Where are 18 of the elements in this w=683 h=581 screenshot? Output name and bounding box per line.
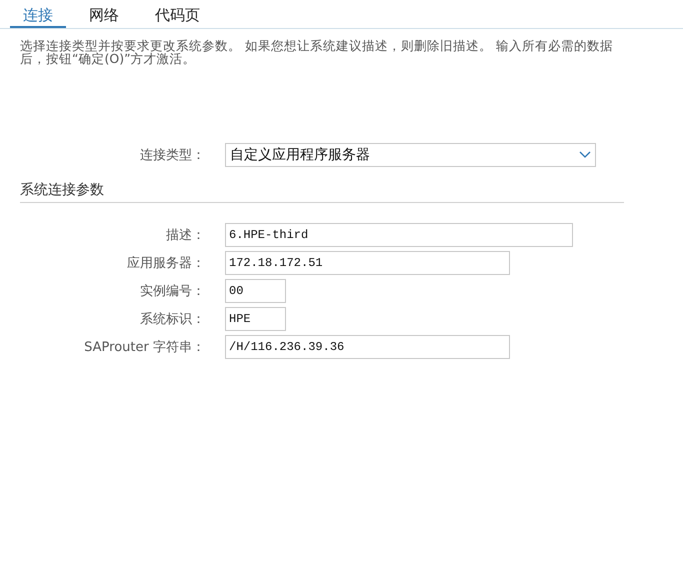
- input-field[interactable]: 172.18.172.51: [225, 251, 510, 275]
- input-field[interactable]: 00: [225, 279, 286, 303]
- field-label: 实例编号：: [139, 283, 205, 300]
- input-field[interactable]: 6.HPE-third: [225, 223, 573, 247]
- section-title: 系统连接参数: [20, 181, 624, 203]
- field-label: SAProuter 字符串：: [83, 339, 205, 356]
- tab[interactable]: 连接: [10, 0, 66, 28]
- input-field[interactable]: /H/116.236.39.36: [225, 335, 510, 359]
- input-field[interactable]: HPE: [225, 307, 286, 331]
- field-label: 应用服务器：: [126, 255, 205, 272]
- field-label: 连接类型：: [139, 147, 205, 164]
- chevron-down-icon: [579, 151, 591, 159]
- field-label: 系统标识：: [139, 311, 205, 328]
- field-label: 描述：: [165, 227, 205, 244]
- connection-type-dropdown[interactable]: 自定义应用程序服务器: [225, 143, 596, 167]
- tab[interactable]: 代码页: [142, 0, 213, 28]
- instruction-text: 选择连接类型并按要求更改系统参数。 如果您想让系统建议描述，则删除旧描述。 输入所有必需的数据后，按钮“确定(O)”方才激活。: [20, 39, 614, 65]
- tab[interactable]: 网络: [76, 0, 132, 28]
